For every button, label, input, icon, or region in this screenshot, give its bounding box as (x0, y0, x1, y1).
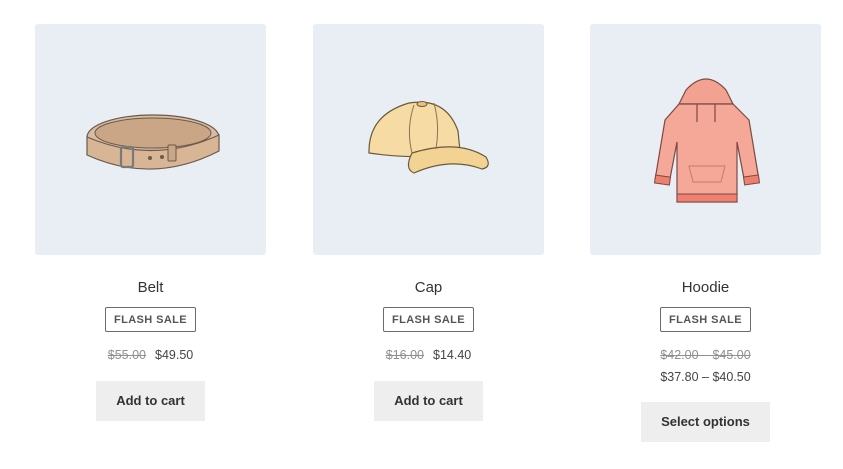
flash-sale-badge: FLASH SALE (659, 307, 752, 332)
product-price: $42.00 – $45.00 $37.80 – $40.50 (660, 346, 750, 386)
original-price: $55.00 (107, 348, 146, 362)
product-price: $55.00 $49.50 (108, 346, 193, 364)
flash-sale-badge: FLASH SALE (104, 307, 197, 332)
product-image-belt[interactable] (35, 24, 266, 255)
add-to-cart-button[interactable]: Add to cart (96, 381, 205, 421)
product-grid: Belt FLASH SALE $55.00 $49.50 Add to cart… (0, 0, 843, 469)
add-to-cart-button[interactable]: Add to cart (374, 381, 483, 421)
original-price: $16.00 (385, 348, 424, 362)
product-title[interactable]: Belt (138, 278, 164, 298)
product-title[interactable]: Hoodie (682, 278, 730, 298)
hoodie-icon (653, 77, 760, 203)
original-price-range: $42.00 – $45.00 (660, 348, 751, 362)
product-price: $16.00 $14.40 (386, 346, 471, 364)
product-image-hoodie[interactable] (590, 24, 821, 255)
product-card-cap: Cap FLASH SALE $16.00 $14.40 Add to cart (313, 24, 544, 421)
product-card-hoodie: Hoodie FLASH SALE $42.00 – $45.00 $37.80… (590, 24, 821, 442)
belt-icon (85, 113, 220, 170)
sale-price: $49.50 (155, 348, 194, 362)
sale-price: $14.40 (433, 348, 472, 362)
flash-sale-badge: FLASH SALE (382, 307, 475, 332)
product-title[interactable]: Cap (415, 278, 443, 298)
cap-icon (367, 100, 489, 174)
product-card-belt: Belt FLASH SALE $55.00 $49.50 Add to cart (35, 24, 266, 421)
select-options-button[interactable]: Select options (641, 402, 770, 442)
product-image-cap[interactable] (313, 24, 544, 255)
sale-price-range: $37.80 – $40.50 (660, 370, 751, 384)
